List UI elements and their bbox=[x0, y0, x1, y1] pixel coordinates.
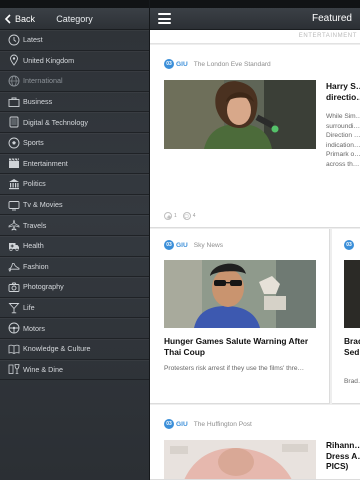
article-headline: Brad… Sed… bbox=[344, 336, 360, 357]
article-summary: Brad… bbox=[344, 378, 360, 385]
ambulance-icon bbox=[7, 239, 20, 252]
article-photo bbox=[164, 260, 316, 328]
back-button[interactable]: Back bbox=[0, 8, 35, 29]
wine-glass-icon bbox=[7, 363, 20, 376]
category-list: Latest United Kingdom International Busi… bbox=[0, 30, 149, 381]
main-header: Featured bbox=[150, 8, 360, 30]
category-label: Travels bbox=[23, 220, 47, 230]
category-item-wine-dine[interactable]: Wine & Dine bbox=[0, 360, 149, 381]
category-item-knowledge-culture[interactable]: Knowledge & Culture bbox=[0, 339, 149, 360]
article-summary: Protesters risk arrest if they use the f… bbox=[164, 365, 305, 372]
category-label: Fashion bbox=[23, 261, 49, 271]
category-item-entertainment[interactable]: Entertainment bbox=[0, 154, 149, 175]
category-label: Latest bbox=[23, 35, 43, 45]
article-headline: Hunger Games Salute Warning After Thai C… bbox=[164, 336, 309, 357]
steering-wheel-icon bbox=[7, 322, 20, 335]
category-item-business[interactable]: Business bbox=[0, 92, 149, 113]
like-count: 1 bbox=[174, 213, 177, 219]
briefcase-icon bbox=[7, 95, 20, 108]
status-strip bbox=[150, 0, 360, 8]
category-item-united-kingdom[interactable]: United Kingdom bbox=[0, 51, 149, 72]
article-meta: 03 bbox=[344, 240, 356, 250]
category-item-international[interactable]: International bbox=[0, 71, 149, 92]
category-label: Wine & Dine bbox=[23, 364, 63, 374]
featured-panel: Featured ENTERTAINMENT 03 GIU The London… bbox=[150, 0, 360, 480]
clock-icon bbox=[7, 33, 20, 46]
article-card[interactable]: 03 GIU Sky News Hunger Games Salute Warn… bbox=[150, 229, 330, 404]
airplane-icon bbox=[7, 219, 20, 232]
tablet-icon bbox=[7, 116, 20, 129]
category-label: Sports bbox=[23, 138, 44, 148]
category-label: Photography bbox=[23, 282, 64, 292]
article-meta: 03 GIU The Huffington Post bbox=[164, 419, 252, 429]
category-item-latest[interactable]: Latest bbox=[0, 30, 149, 51]
article-card[interactable]: 03 GIU The London Eve Standard Harry S… … bbox=[150, 45, 360, 228]
source-label: The Huffington Post bbox=[193, 420, 252, 428]
article-meta: 03 GIU The London Eve Standard bbox=[164, 59, 271, 69]
high-heel-icon bbox=[7, 260, 20, 273]
section-label: ENTERTAINMENT bbox=[298, 33, 357, 39]
camera-icon bbox=[7, 280, 20, 293]
category-label: Tv & Movies bbox=[23, 200, 63, 210]
category-item-motors[interactable]: Motors bbox=[0, 318, 149, 339]
comment-count: 4 bbox=[192, 213, 196, 219]
category-item-photography[interactable]: Photography bbox=[0, 277, 149, 298]
category-label: Business bbox=[23, 97, 53, 107]
location-pin-icon bbox=[7, 54, 20, 67]
article-summary: While Sim… surroundi… Direction … indica… bbox=[326, 113, 360, 168]
article-photo bbox=[164, 80, 316, 149]
article-photo bbox=[164, 440, 316, 479]
status-strip bbox=[0, 0, 149, 8]
category-sidebar: Back Category Latest United Kingdom Inte… bbox=[0, 0, 150, 480]
article-photo bbox=[344, 260, 360, 328]
parliament-icon bbox=[7, 177, 20, 190]
page-title: Featured bbox=[311, 13, 352, 24]
date-badge: 03 bbox=[344, 240, 354, 250]
date-badge: 03 bbox=[164, 240, 174, 250]
category-label: Life bbox=[23, 303, 35, 313]
category-item-life[interactable]: Life bbox=[0, 298, 149, 319]
category-item-sports[interactable]: Sports bbox=[0, 133, 149, 154]
source-label: Sky News bbox=[193, 241, 224, 249]
comment-icon[interactable] bbox=[182, 212, 191, 220]
category-label: International bbox=[23, 76, 63, 86]
month-label: GIU bbox=[176, 60, 188, 68]
article-meta: 03 GIU Sky News bbox=[164, 240, 223, 250]
category-item-politics[interactable]: Politics bbox=[0, 174, 149, 195]
category-label: Motors bbox=[23, 323, 45, 333]
category-label: Politics bbox=[23, 179, 46, 189]
date-badge: 03 bbox=[164, 419, 174, 429]
article-card[interactable]: 03 Brad… Sed… Brad… bbox=[332, 229, 360, 404]
social-bar: 1 4 bbox=[164, 212, 196, 220]
category-item-fashion[interactable]: Fashion bbox=[0, 257, 149, 278]
chevron-left-icon bbox=[4, 13, 11, 24]
category-label: Health bbox=[23, 241, 44, 251]
category-label: United Kingdom bbox=[23, 55, 75, 65]
month-label: GIU bbox=[176, 241, 188, 249]
category-label: Entertainment bbox=[23, 158, 68, 168]
category-label: Knowledge & Culture bbox=[23, 344, 91, 354]
section-bar: ENTERTAINMENT bbox=[150, 30, 360, 44]
month-label: GIU bbox=[176, 420, 188, 428]
globe-icon bbox=[7, 74, 20, 87]
category-label: Digital & Technology bbox=[23, 117, 88, 127]
sidebar-header: Back Category bbox=[0, 8, 149, 30]
category-item-health[interactable]: Health bbox=[0, 236, 149, 257]
menu-icon[interactable] bbox=[158, 13, 171, 24]
soccer-ball-icon bbox=[7, 136, 20, 149]
back-label: Back bbox=[15, 13, 36, 24]
source-label: The London Eve Standard bbox=[193, 60, 271, 68]
like-icon[interactable] bbox=[164, 212, 172, 220]
article-headline: Rihann… Dress A… PICS) bbox=[326, 440, 360, 471]
cocktail-glass-icon bbox=[7, 301, 20, 314]
category-item-tv-movies[interactable]: Tv & Movies bbox=[0, 195, 149, 216]
article-card[interactable]: 03 GIU The Huffington Post Rihann… Dress… bbox=[150, 405, 360, 480]
tv-icon bbox=[7, 198, 20, 211]
category-item-travels[interactable]: Travels bbox=[0, 215, 149, 236]
category-item-digital-technology[interactable]: Digital & Technology bbox=[0, 112, 149, 133]
clapperboard-icon bbox=[7, 157, 20, 170]
date-badge: 03 bbox=[164, 59, 174, 69]
open-book-icon bbox=[7, 342, 20, 355]
article-headline: Harry S… directio… bbox=[326, 81, 360, 102]
